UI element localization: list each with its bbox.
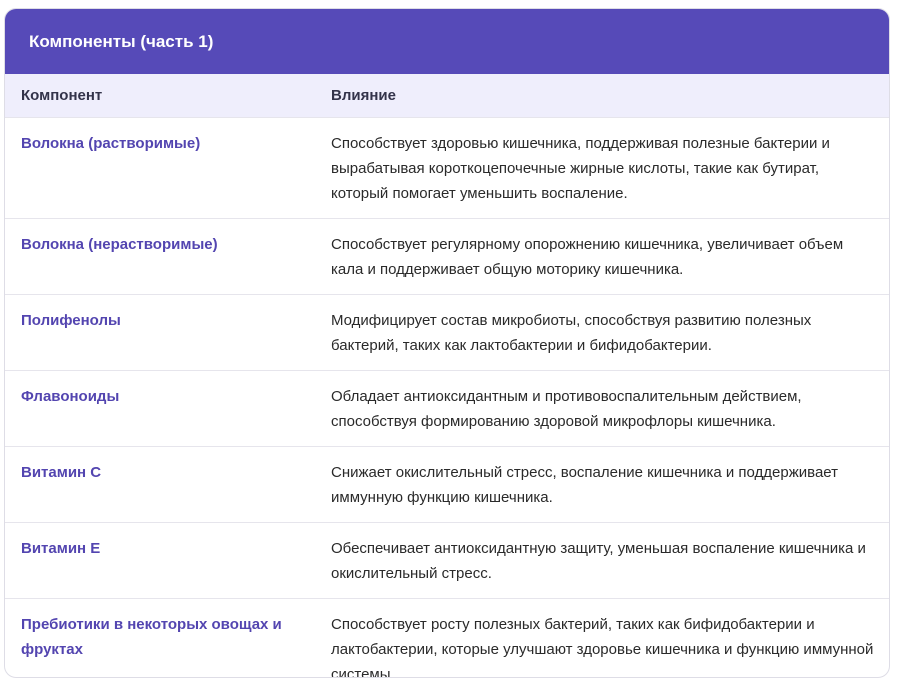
component-cell: Витамин C	[21, 463, 102, 481]
effect-cell: Снижает окислительный стресс, воспаление…	[331, 463, 838, 506]
component-cell: Волокна (растворимые)	[21, 134, 201, 152]
effect-cell: Модифицирует состав микробиоты, способст…	[331, 311, 812, 354]
effect-cell: Способствует здоровью кишечника, поддерж…	[331, 134, 830, 202]
card-header: Компоненты (часть 1)	[5, 9, 889, 74]
effect-cell: Обеспечивает антиоксидантную защиту, уме…	[331, 539, 866, 582]
table-row: Волокна (нерастворимые) Способствует рег…	[5, 218, 889, 294]
column-header-component: Компонент	[21, 86, 103, 104]
component-cell: Волокна (нерастворимые)	[21, 235, 218, 253]
table-row: Пребиотики в некоторых овощах и фруктах …	[5, 598, 889, 678]
component-cell: Пребиотики в некоторых овощах и фруктах	[21, 615, 282, 658]
table-row: Витамин E Обеспечивает антиоксидантную з…	[5, 522, 889, 598]
table-row: Волокна (растворимые) Способствует здоро…	[5, 117, 889, 218]
table-header-row: Компонент Влияние	[5, 74, 889, 117]
component-cell: Флавоноиды	[21, 387, 120, 405]
effect-cell: Способствует росту полезных бактерий, та…	[331, 615, 874, 678]
table-row: Полифенолы Модифицирует состав микробиот…	[5, 294, 889, 370]
card-title: Компоненты (часть 1)	[29, 31, 214, 51]
components-card: Компоненты (часть 1) Компонент Влияние В…	[4, 8, 890, 678]
table-row: Витамин C Снижает окислительный стресс, …	[5, 446, 889, 522]
component-cell: Полифенолы	[21, 311, 121, 329]
effect-cell: Обладает антиоксидантным и противовоспал…	[331, 387, 802, 430]
effect-cell: Способствует регулярному опорожнению киш…	[331, 235, 844, 278]
component-cell: Витамин E	[21, 539, 101, 557]
column-header-effect: Влияние	[331, 86, 396, 104]
table-row: Флавоноиды Обладает антиоксидантным и пр…	[5, 370, 889, 446]
components-table: Компонент Влияние Волокна (растворимые) …	[5, 74, 889, 678]
